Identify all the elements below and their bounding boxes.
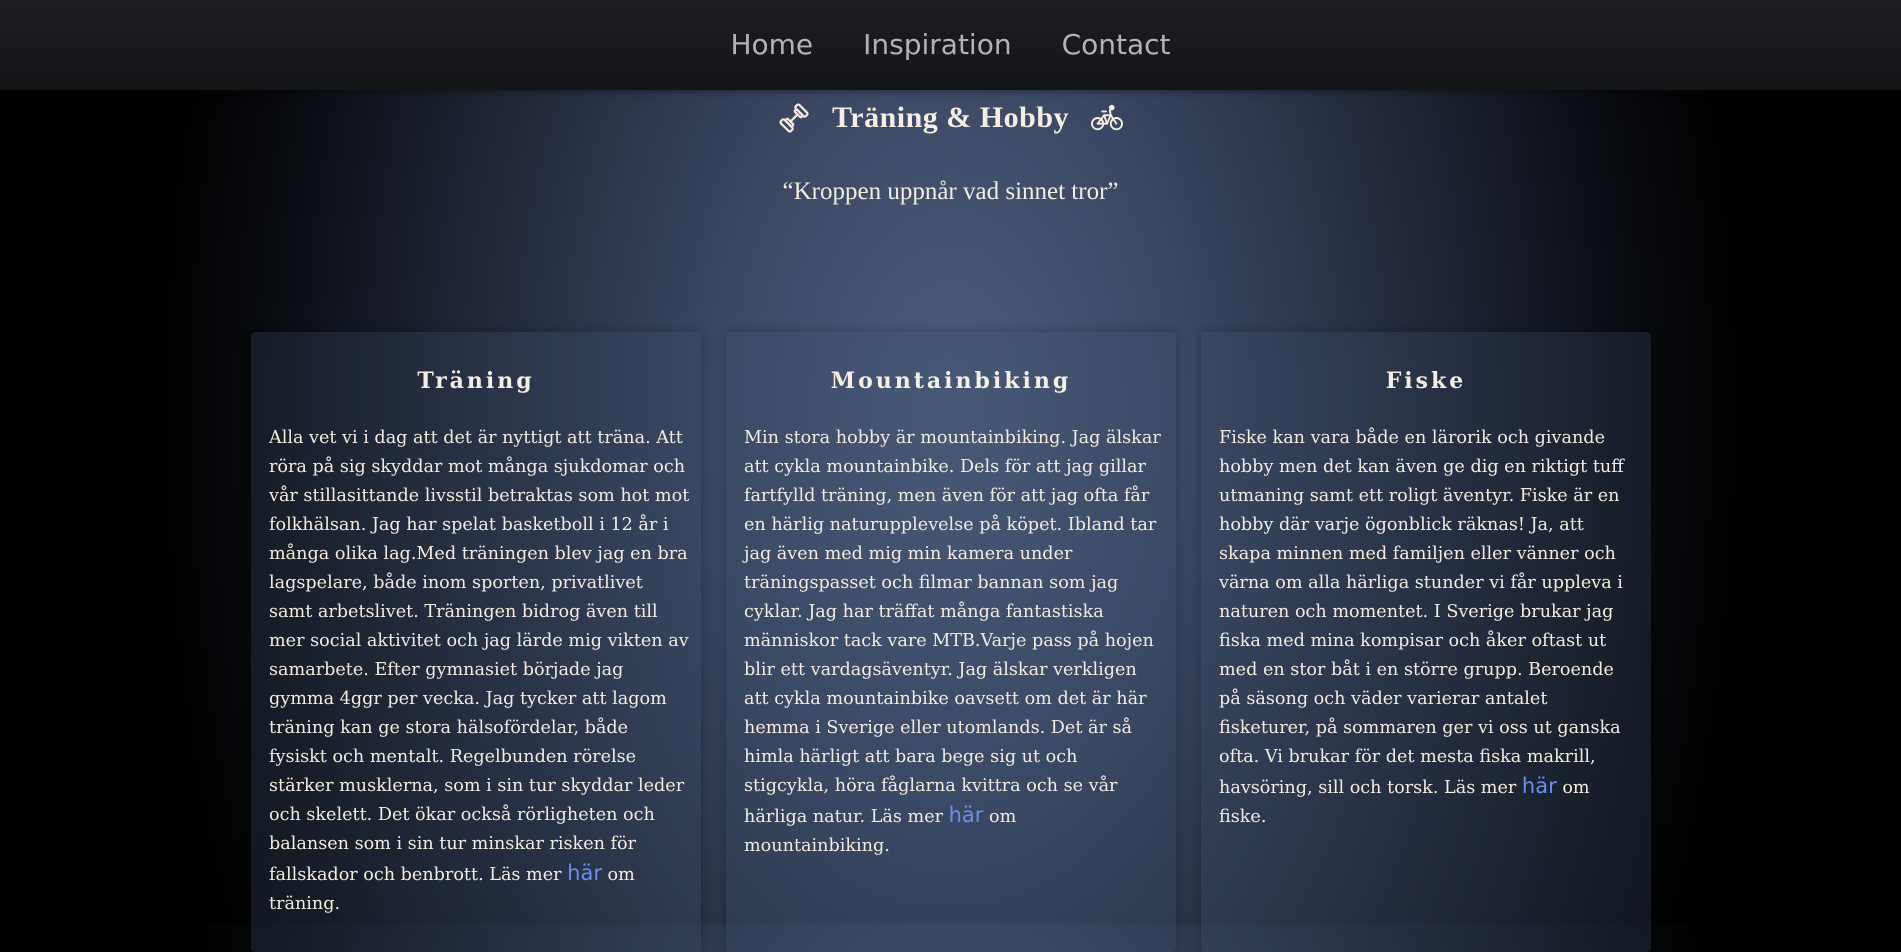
nav-link-inspiration[interactable]: Inspiration bbox=[863, 28, 1011, 63]
card-text: Min stora hobby är mountainbiking. Jag ä… bbox=[726, 424, 1176, 861]
card-title: Fiske bbox=[1385, 368, 1467, 394]
page-title: Träning & Hobby bbox=[832, 101, 1069, 134]
read-more-link-traning[interactable]: här bbox=[567, 861, 602, 885]
bicycle-icon bbox=[1091, 102, 1123, 134]
card-mountainbiking: Mountainbiking Min stora hobby är mounta… bbox=[726, 332, 1176, 952]
card-text: Alla vet vi i dag att det är nyttigt att… bbox=[251, 424, 701, 919]
card-body: Fiske kan vara både en lärorik och givan… bbox=[1219, 428, 1624, 798]
read-more-link-mountainbiking[interactable]: här bbox=[949, 803, 984, 827]
hero-title-row: Träning & Hobby bbox=[0, 98, 1901, 138]
card-title: Träning bbox=[417, 368, 535, 394]
card-title: Mountainbiking bbox=[830, 368, 1072, 394]
top-navbar: Home Inspiration Contact bbox=[0, 0, 1901, 90]
hero-quote: “Kroppen uppnår vad sinnet tror” bbox=[782, 178, 1119, 205]
card-traning: Träning Alla vet vi i dag att det är nyt… bbox=[251, 332, 701, 952]
card-body: Min stora hobby är mountainbiking. Jag ä… bbox=[744, 428, 1161, 827]
card-fiske: Fiske Fiske kan vara både en lärorik och… bbox=[1201, 332, 1651, 952]
nav-link-home[interactable]: Home bbox=[730, 28, 813, 63]
nav-link-contact[interactable]: Contact bbox=[1062, 28, 1171, 63]
read-more-link-fiske[interactable]: här bbox=[1522, 774, 1557, 798]
dumbbell-icon bbox=[778, 102, 810, 134]
card-text: Fiske kan vara både en lärorik och givan… bbox=[1201, 424, 1651, 832]
card-body: Alla vet vi i dag att det är nyttigt att… bbox=[269, 428, 690, 885]
